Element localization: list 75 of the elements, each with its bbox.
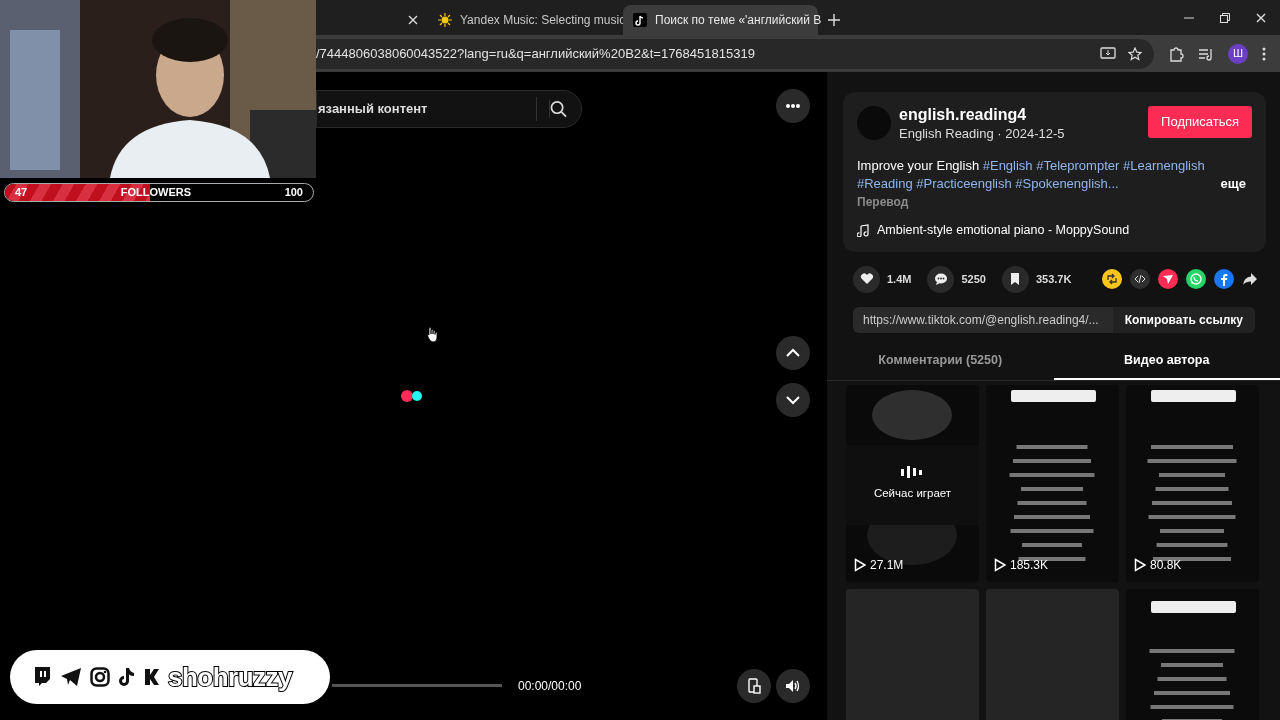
panel-tab[interactable]: Видео автора <box>1053 344 1280 380</box>
share-icon[interactable] <box>1242 272 1258 287</box>
more-icon[interactable] <box>1262 46 1266 61</box>
url-text: /7444806038060043522?lang=ru&q=английский%20B2&t=1768451815319 <box>316 44 756 63</box>
address-bar[interactable]: /7444806038060043522?lang=ru&q=английский%20B2&t=1768451815319 <box>316 38 1154 69</box>
phone-chat-icon <box>1189 272 1203 287</box>
channel-handle: shohruzzy <box>168 660 293 694</box>
repost-button[interactable] <box>1102 269 1122 290</box>
view-count: 27.1M <box>870 556 904 574</box>
hashtag-link[interactable]: #English <box>982 158 1033 174</box>
profile-avatar[interactable]: Ш <box>1228 43 1248 64</box>
link-field[interactable]: https://www.tiktok.com/@english.reading4/... <box>853 310 1113 329</box>
play-icon <box>994 557 1006 572</box>
music-note-icon <box>857 223 869 237</box>
follower-goal: 100 <box>284 185 303 201</box>
bookmark-count: 353.7K <box>1035 272 1072 288</box>
more-link[interactable]: еще <box>1220 175 1252 194</box>
follow-button[interactable]: Подписаться <box>1148 106 1252 138</box>
picture-in-picture-icon <box>746 678 762 694</box>
puzzle-icon[interactable] <box>1168 45 1184 62</box>
next-button[interactable] <box>776 383 810 417</box>
playlist-icon[interactable] <box>1198 46 1214 61</box>
music-note-icon <box>118 667 136 687</box>
music-note-icon <box>633 13 647 27</box>
post-description: Improve your English #English #Teleprompter #Learnenglish #Reading #Practiceenglish #Spokenenglish... <box>857 157 1206 194</box>
view-count: 185.3K <box>1010 556 1049 574</box>
hashtag-link[interactable]: #Practiceenglish <box>916 176 1012 192</box>
hashtag-link[interactable]: #Reading <box>857 176 913 192</box>
install-icon[interactable] <box>1100 46 1116 61</box>
hashtag-link[interactable]: #Teleprompter <box>1036 158 1120 174</box>
hashtag-link[interactable]: #Learnenglish <box>1122 158 1205 174</box>
whatsapp-button[interactable] <box>1186 269 1206 290</box>
follower-count: 47 <box>15 185 28 201</box>
copy-link-button[interactable]: Копировать ссылку <box>1112 306 1255 333</box>
time-display: 00:00/00:00 <box>518 678 582 695</box>
hashtag-link[interactable]: #Spokenenglish... <box>1015 176 1119 192</box>
comment-icon <box>933 272 948 287</box>
panel-tab[interactable]: Комментарии (5250) <box>827 344 1054 380</box>
camera-icon <box>90 667 110 687</box>
progress-track[interactable] <box>332 684 502 687</box>
restore-icon[interactable] <box>1220 13 1230 23</box>
more-button[interactable] <box>776 89 810 123</box>
search-field[interactable]: язанный контент <box>316 90 582 128</box>
volume-button[interactable] <box>776 669 810 703</box>
comment-button[interactable] <box>927 265 955 293</box>
bookmark-button[interactable] <box>1001 265 1029 293</box>
sun-icon <box>438 13 452 27</box>
picture-in-picture-button[interactable] <box>737 669 771 703</box>
now-playing-label: Сейчас играет <box>873 485 952 501</box>
previous-button[interactable] <box>776 336 810 370</box>
play-icon <box>854 557 866 572</box>
send-button[interactable] <box>1158 269 1178 290</box>
like-count: 1.4M <box>887 272 912 288</box>
music-link[interactable]: Ambient-style emotional piano - MoppySound <box>877 221 1130 240</box>
paper-plane-icon <box>60 667 82 687</box>
new-tab-icon[interactable] <box>828 14 840 26</box>
search-icon[interactable] <box>549 100 567 118</box>
translate-link[interactable]: Перевод <box>857 193 1252 212</box>
star-icon[interactable] <box>1128 46 1142 61</box>
letter-k-icon <box>144 668 160 686</box>
heart-icon <box>859 272 874 287</box>
play-icon <box>1134 557 1146 572</box>
chat-bubble-icon <box>32 666 52 688</box>
like-button[interactable] <box>853 265 880 293</box>
comment-count: 5250 <box>961 272 986 288</box>
author-name[interactable]: english.reading4 <box>899 106 1141 124</box>
view-count: 80.8K <box>1150 556 1182 574</box>
repost-icon <box>1105 272 1119 287</box>
close-icon[interactable] <box>408 15 418 25</box>
facebook-button[interactable] <box>1214 269 1234 290</box>
cursor-icon <box>427 327 439 343</box>
embed-button[interactable] <box>1130 269 1150 290</box>
author-subtitle: English Reading · 2024-12-5 <box>899 124 1066 143</box>
close-icon[interactable] <box>1256 13 1266 23</box>
volume-icon <box>785 678 801 694</box>
